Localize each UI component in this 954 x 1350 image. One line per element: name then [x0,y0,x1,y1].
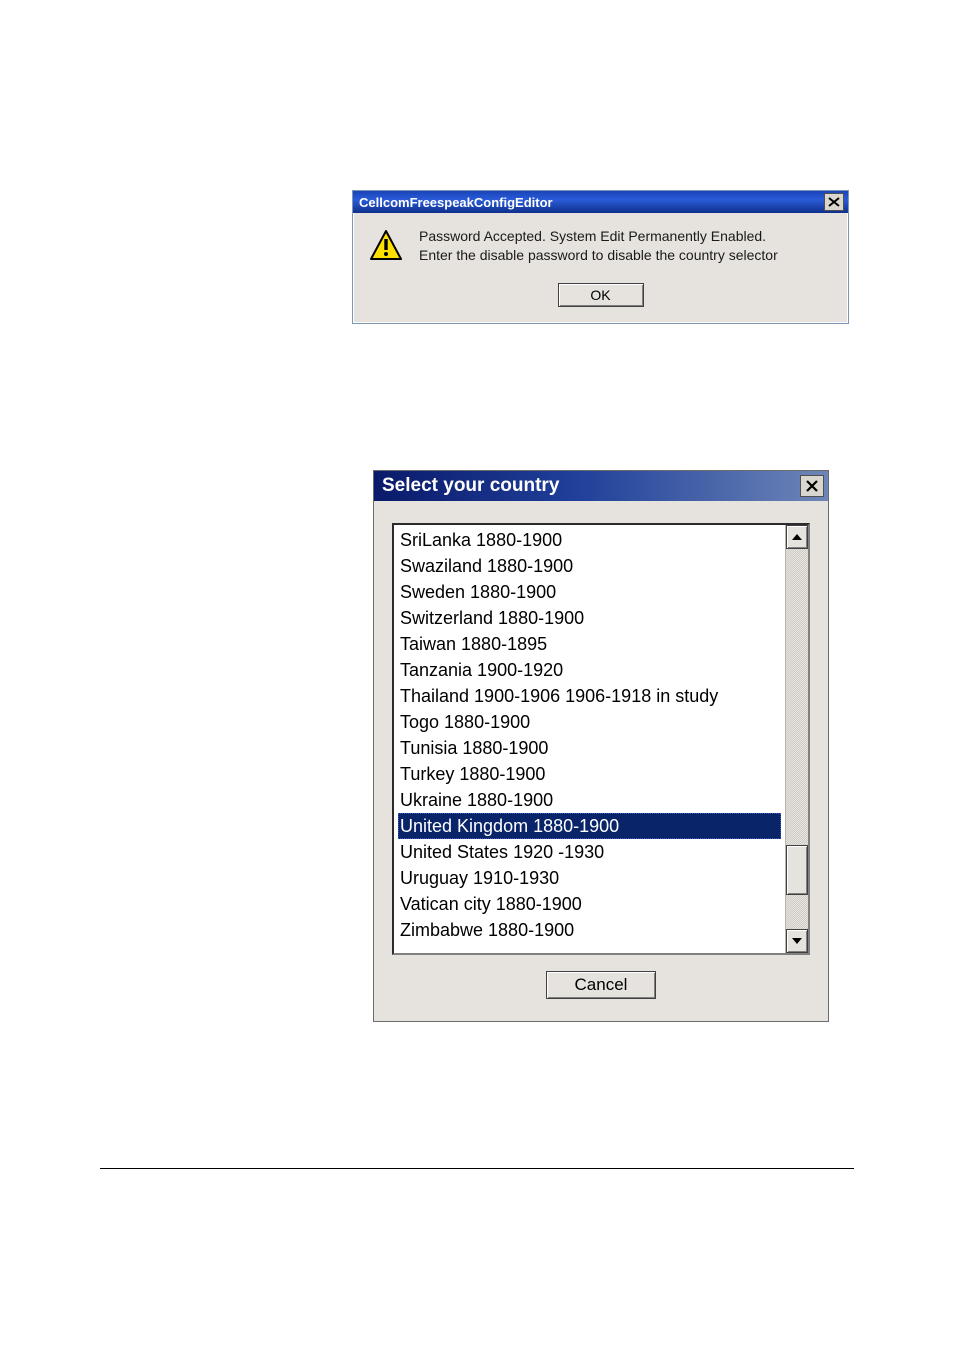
list-item[interactable]: Sweden 1880-1900 [398,579,781,605]
close-icon[interactable] [800,475,824,497]
list-item[interactable]: Tanzania 1900-1920 [398,657,781,683]
ok-button[interactable]: OK [558,283,644,307]
warning-icon [369,229,403,263]
scroll-thumb[interactable] [786,845,808,895]
list-item[interactable]: Tunisia 1880-1900 [398,735,781,761]
list-item[interactable]: United States 1920 -1930 [398,839,781,865]
msg-dialog-text: Password Accepted. System Edit Permanent… [419,227,778,265]
sel-dialog-body: SriLanka 1880-1900Swaziland 1880-1900Swe… [374,501,828,955]
msg-line-1: Password Accepted. System Edit Permanent… [419,227,778,246]
scroll-track[interactable] [786,549,808,929]
close-icon[interactable] [824,193,844,211]
country-listbox[interactable]: SriLanka 1880-1900Swaziland 1880-1900Swe… [392,523,810,955]
list-item[interactable]: Zimbabwe 1880-1900 [398,917,781,943]
sel-dialog-footer: Cancel [374,955,828,1021]
page-divider [100,1168,854,1169]
list-item[interactable]: Turkey 1880-1900 [398,761,781,787]
msg-dialog-footer: OK [353,275,848,323]
list-item[interactable]: Togo 1880-1900 [398,709,781,735]
scrollbar[interactable] [785,525,808,953]
list-item[interactable]: Switzerland 1880-1900 [398,605,781,631]
msg-line-2: Enter the disable password to disable th… [419,246,778,265]
country-list[interactable]: SriLanka 1880-1900Swaziland 1880-1900Swe… [394,525,785,953]
list-item[interactable]: Taiwan 1880-1895 [398,631,781,657]
list-item[interactable]: Swaziland 1880-1900 [398,553,781,579]
cancel-button[interactable]: Cancel [546,971,656,999]
list-item[interactable]: Uruguay 1910-1930 [398,865,781,891]
select-country-dialog: Select your country SriLanka 1880-1900Sw… [373,470,829,1022]
list-item[interactable]: Vatican city 1880-1900 [398,891,781,917]
msg-dialog-titlebar[interactable]: CellcomFreespeakConfigEditor [353,191,848,213]
list-item[interactable]: Thailand 1900-1906 1906-1918 in study [398,683,781,709]
list-item[interactable]: SriLanka 1880-1900 [398,527,781,553]
list-item[interactable]: United Kingdom 1880-1900 [398,813,781,839]
password-accepted-dialog: CellcomFreespeakConfigEditor Password Ac… [352,190,849,324]
msg-dialog-title: CellcomFreespeakConfigEditor [359,195,824,210]
sel-dialog-titlebar[interactable]: Select your country [374,471,828,501]
list-item[interactable]: Ukraine 1880-1900 [398,787,781,813]
scroll-up-icon[interactable] [786,525,808,549]
sel-dialog-title: Select your country [382,475,800,497]
msg-dialog-body: Password Accepted. System Edit Permanent… [353,213,848,275]
scroll-down-icon[interactable] [786,929,808,953]
